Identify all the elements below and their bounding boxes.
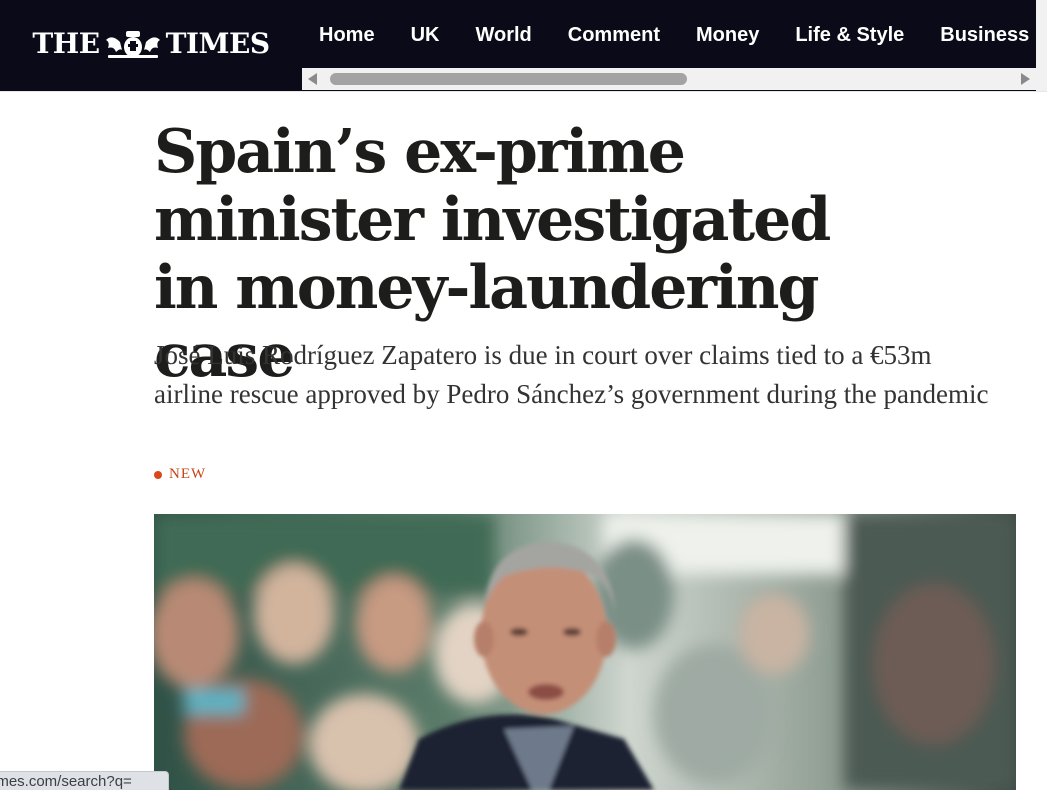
article-hero-image[interactable] xyxy=(154,514,1016,790)
page-scrollbar-edge xyxy=(1036,0,1047,91)
status-bar-url: imes.com/search?q= xyxy=(0,771,169,790)
royal-crest-icon xyxy=(105,30,160,58)
nav-item-business[interactable]: Business xyxy=(940,24,1029,47)
site-logo[interactable]: THE TIMES xyxy=(32,27,271,60)
scroll-left-arrow-icon[interactable] xyxy=(308,73,317,85)
new-badge: NEW xyxy=(154,466,206,483)
scroll-right-arrow-icon[interactable] xyxy=(1021,73,1030,85)
nav-item-uk[interactable]: UK xyxy=(411,24,440,47)
nav-item-life-style[interactable]: Life & Style xyxy=(795,24,904,47)
nav-item-comment[interactable]: Comment xyxy=(568,24,660,47)
logo-word-the: THE xyxy=(32,27,100,60)
main-navigation: Home UK World Comment Money Life & Style… xyxy=(302,0,1036,91)
scrollbar-thumb[interactable] xyxy=(330,73,687,85)
nav-item-world[interactable]: World xyxy=(475,24,531,47)
nav-scrollbar[interactable] xyxy=(302,68,1036,90)
nav-list: Home UK World Comment Money Life & Style… xyxy=(302,0,1036,70)
header-divider xyxy=(0,91,1047,92)
new-dot-icon xyxy=(154,470,162,479)
logo-word-times: TIMES xyxy=(165,27,271,60)
masthead[interactable]: THE TIMES xyxy=(0,0,302,91)
new-badge-label: NEW xyxy=(169,466,207,482)
hero-photo xyxy=(154,514,1016,790)
nav-item-money[interactable]: Money xyxy=(696,24,759,47)
article-standfirst: José Luis Rodríguez Zapatero is due in c… xyxy=(154,340,989,409)
page: THE TIMES Home UK World Comment Money Li… xyxy=(0,0,1047,790)
nav-item-home[interactable]: Home xyxy=(319,24,375,47)
